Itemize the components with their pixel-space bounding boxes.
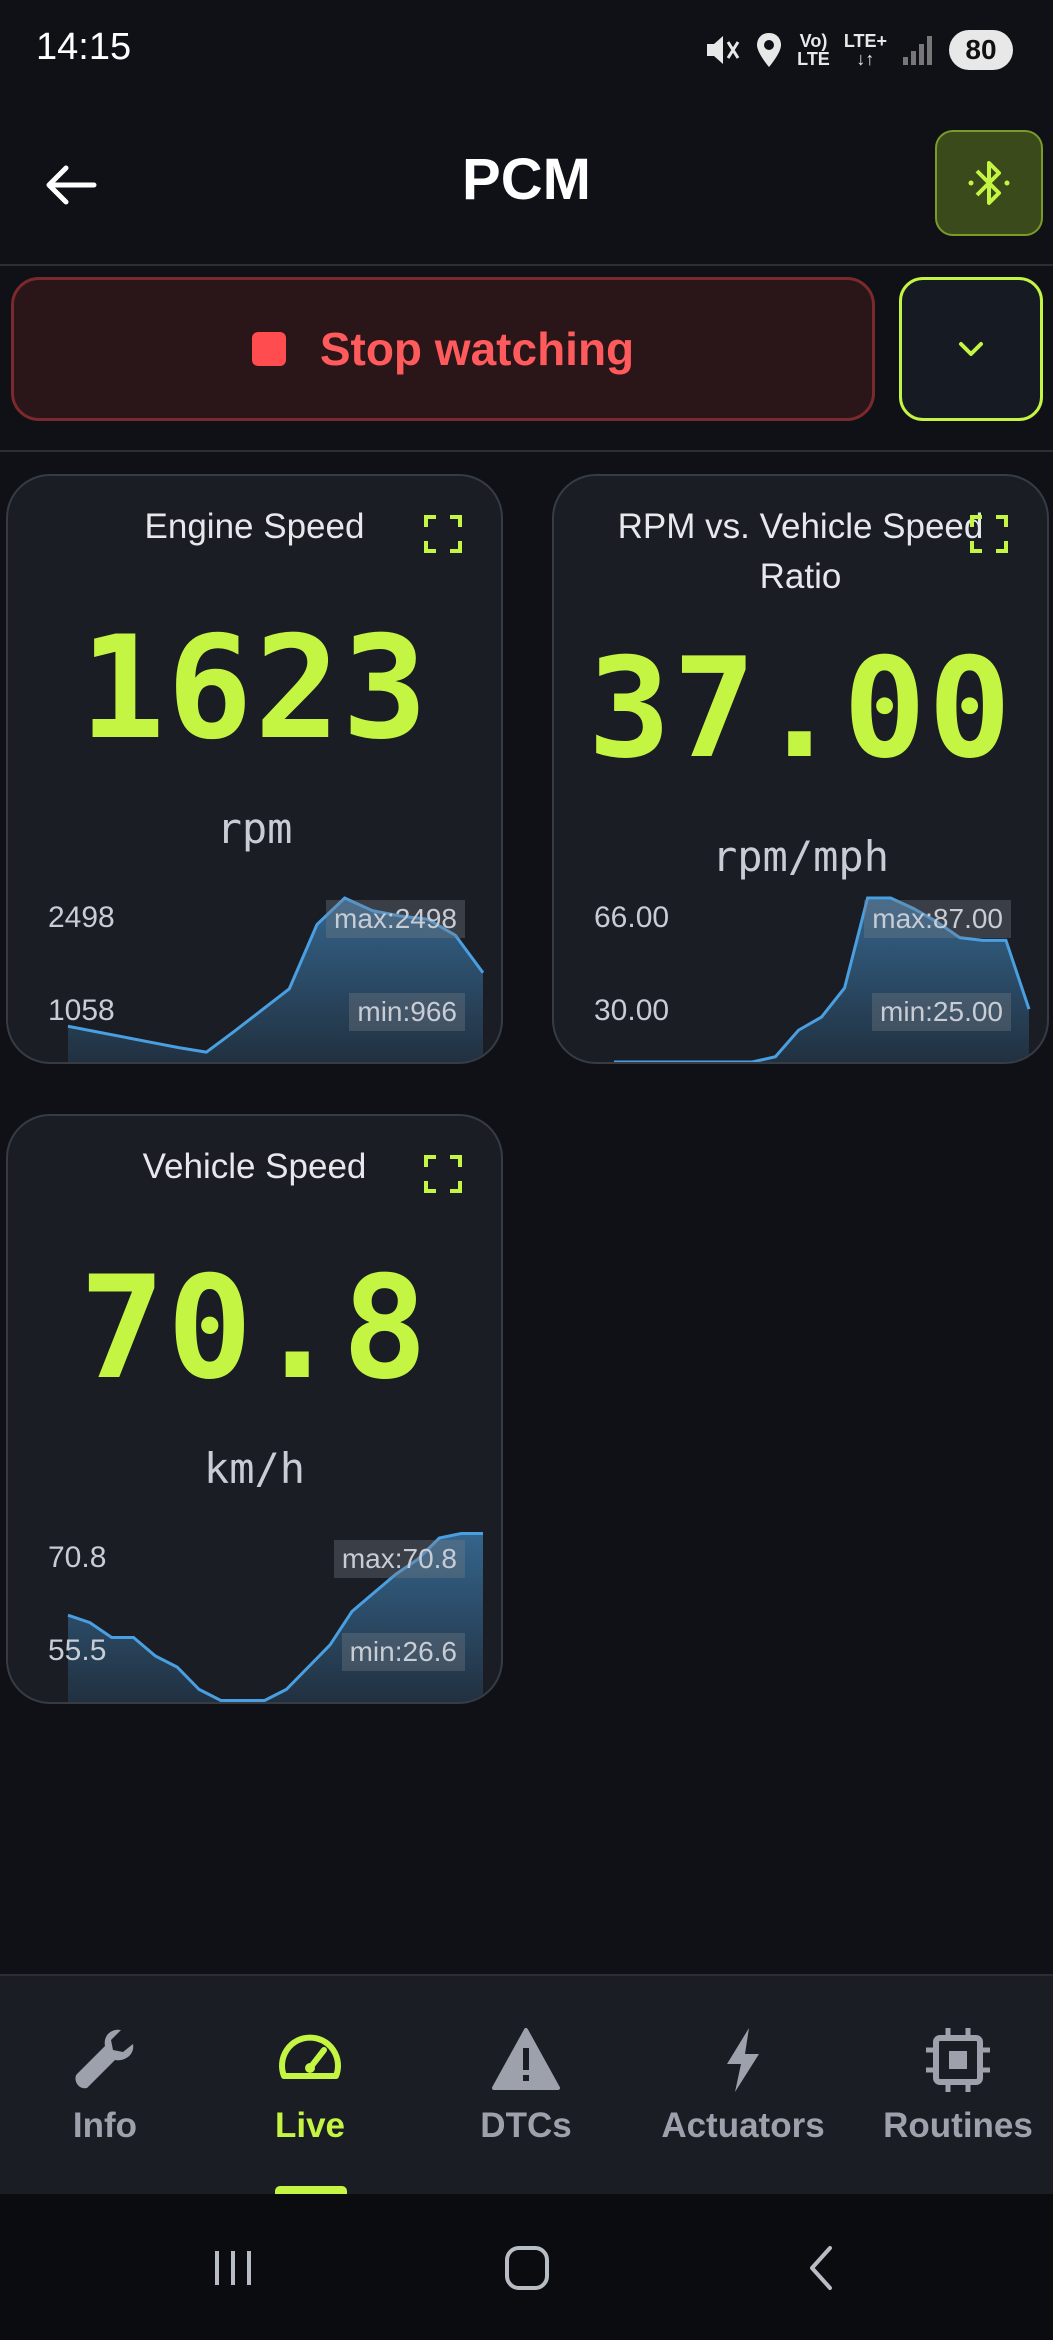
stop-watching-button[interactable]: Stop watching bbox=[11, 277, 875, 421]
max-label: max:70.8 bbox=[333, 1540, 465, 1578]
nav-item-live[interactable]: Live bbox=[205, 1976, 415, 2194]
nav-label-info: Info bbox=[72, 2106, 138, 2145]
nav-label-actuators: Actuators bbox=[661, 2106, 825, 2145]
card-title: Engine Speed bbox=[144, 507, 365, 546]
expand-icon[interactable] bbox=[423, 1154, 463, 1194]
divider bbox=[0, 450, 1053, 452]
stop-icon bbox=[251, 332, 286, 366]
nav-item-info[interactable]: Info bbox=[0, 1976, 210, 2194]
rpm-speed-ratio-card[interactable]: RPM vs. Vehicle Speed Ratio 37.00 rpm/mp… bbox=[552, 474, 1049, 1064]
lte-plus-icon: LTE+ ↓↑ bbox=[843, 31, 887, 69]
gauge-icon bbox=[279, 2034, 341, 2079]
recents-icon bbox=[215, 2251, 251, 2285]
chevron-down-icon bbox=[959, 342, 983, 356]
min-label: min:966 bbox=[349, 993, 465, 1031]
axis-high-label: 2498 bbox=[48, 901, 115, 934]
nav-item-dtcs[interactable]: DTCs bbox=[421, 1976, 631, 2194]
mute-icon bbox=[707, 36, 740, 64]
min-label: min:25.00 bbox=[872, 993, 1011, 1031]
axis-low-label: 30.00 bbox=[594, 994, 670, 1027]
min-label: min:26.6 bbox=[341, 1633, 465, 1671]
vehicle-speed-card[interactable]: Vehicle Speed 70.8 km/h 70.8 55.5 max:70… bbox=[6, 1114, 503, 1704]
location-icon bbox=[757, 33, 782, 67]
stop-watching-label: Stop watching bbox=[319, 323, 635, 375]
system-back-button[interactable] bbox=[781, 2236, 861, 2300]
nav-label-live: Live bbox=[274, 2106, 346, 2145]
max-label: max:87.00 bbox=[864, 900, 1011, 938]
nav-item-actuators[interactable]: Actuators bbox=[638, 1976, 848, 2194]
max-label: max:2498 bbox=[326, 900, 465, 938]
volte-icon: Vo) LTE bbox=[797, 31, 830, 69]
warning-triangle-icon bbox=[492, 2028, 560, 2090]
home-icon bbox=[505, 2246, 549, 2290]
system-nav-bar bbox=[0, 2194, 1053, 2340]
bluetooth-icon bbox=[968, 161, 1010, 205]
expand-icon[interactable] bbox=[423, 514, 463, 554]
status-icons: Vo) LTE LTE+ ↓↑ 80 bbox=[703, 28, 1013, 72]
axis-low-label: 1058 bbox=[48, 994, 115, 1027]
recents-button[interactable] bbox=[193, 2236, 273, 2300]
rpm-speed-ratio-value: 37.00 bbox=[587, 628, 1014, 789]
vehicle-speed-value: 70.8 bbox=[79, 1246, 430, 1411]
axis-high-label: 66.00 bbox=[594, 901, 670, 934]
expand-icon[interactable] bbox=[969, 514, 1009, 554]
battery-indicator: 80 bbox=[949, 30, 1013, 70]
axis-high-label: 70.8 bbox=[48, 1541, 107, 1574]
nav-item-routines[interactable]: Routines bbox=[853, 1976, 1053, 2194]
app-bar: PCM bbox=[0, 100, 1053, 266]
lightning-icon bbox=[727, 2028, 759, 2092]
engine-speed-card[interactable]: Engine Speed 1623 rpm 2498 1058 max:2498… bbox=[6, 474, 503, 1064]
vehicle-speed-unit: km/h bbox=[203, 1444, 306, 1493]
engine-speed-unit: rpm bbox=[216, 804, 293, 853]
bluetooth-button[interactable] bbox=[935, 130, 1043, 236]
chip-icon bbox=[926, 2028, 990, 2092]
axis-low-label: 55.5 bbox=[48, 1634, 107, 1667]
card-title: Vehicle Speed bbox=[142, 1147, 367, 1186]
engine-speed-value: 1623 bbox=[79, 606, 430, 771]
system-back-icon bbox=[810, 2246, 832, 2290]
card-title: RPM vs. Vehicle Speed Ratio bbox=[617, 507, 984, 596]
page-title: PCM bbox=[462, 147, 591, 212]
rpm-speed-ratio-unit: rpm/mph bbox=[711, 832, 889, 881]
nav-label-routines: Routines bbox=[883, 2106, 1033, 2145]
status-bar: 14:15 Vo) LTE LTE+ ↓↑ 80 bbox=[0, 0, 1053, 100]
nav-label-dtcs: DTCs bbox=[480, 2106, 572, 2145]
home-button[interactable] bbox=[487, 2236, 567, 2300]
status-time: 14:15 bbox=[36, 26, 132, 68]
bottom-nav: Info Live DTCs Actuators Routines bbox=[0, 1974, 1053, 2196]
dropdown-button[interactable] bbox=[899, 277, 1043, 421]
signal-icon bbox=[903, 36, 932, 65]
wrench-icon bbox=[75, 2029, 134, 2089]
